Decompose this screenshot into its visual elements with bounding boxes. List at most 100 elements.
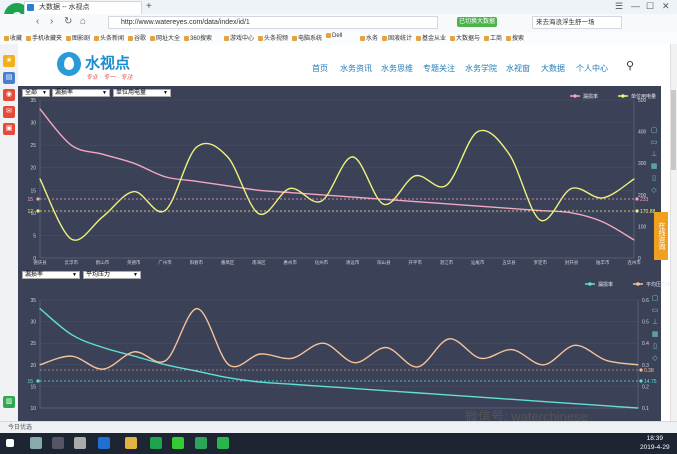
series-point <box>570 212 573 214</box>
series-point <box>39 178 41 180</box>
x-axis-label: 广州市 <box>158 259 172 266</box>
status-left-text[interactable]: 今日优选 <box>8 422 32 431</box>
series-point <box>633 178 635 180</box>
explorer-icon[interactable] <box>125 437 137 449</box>
series-point <box>133 351 136 353</box>
series-point <box>508 207 510 209</box>
x-axis-label: 化州市 <box>315 259 329 266</box>
marker-dot <box>36 197 40 201</box>
wechat-icon[interactable] <box>217 437 229 449</box>
series-point <box>259 353 261 355</box>
series-point <box>228 364 230 366</box>
series-point <box>165 359 167 362</box>
left-axis-tick: 25 <box>30 143 36 149</box>
chart-toolbox-icon: ◇ <box>651 187 657 194</box>
chart-toolbox-icon: ▭ <box>651 139 658 146</box>
left-axis-tick: 35 <box>30 98 36 104</box>
legend-dot <box>588 282 592 286</box>
x-axis-label: 罗定市 <box>533 259 547 266</box>
clock-time: 18:39 <box>646 435 663 442</box>
app-task-icon[interactable] <box>195 437 207 449</box>
left-axis-tick: 20 <box>30 166 36 172</box>
task-view-icon[interactable] <box>52 437 64 449</box>
series-point <box>102 368 104 370</box>
series-point <box>70 144 72 146</box>
series-point <box>480 396 482 398</box>
start-icon[interactable] <box>6 439 14 447</box>
scrollbar-thumb[interactable] <box>671 90 676 170</box>
series-point <box>164 176 166 178</box>
marker-dot <box>635 209 639 213</box>
edge-icon[interactable] <box>98 437 110 449</box>
series-point <box>291 383 293 385</box>
series-point <box>417 366 419 368</box>
series-point <box>414 200 416 203</box>
marker-dot <box>639 379 643 383</box>
series-point <box>417 392 419 394</box>
series-point <box>39 108 41 110</box>
series-point <box>258 189 260 191</box>
series-point <box>320 194 322 196</box>
series-point <box>133 191 135 193</box>
online-consult-tab[interactable]: 在线咨询 <box>654 212 668 260</box>
series-point <box>633 239 635 241</box>
series-point <box>637 407 639 409</box>
series-point <box>289 187 291 190</box>
legend-dot <box>636 282 640 286</box>
series-point <box>70 238 72 240</box>
x-axis-label: 番禺区 <box>221 259 235 266</box>
series-point <box>196 370 198 372</box>
chart-toolbox-icon: ▢ <box>651 127 658 134</box>
series-point <box>542 364 545 366</box>
clock[interactable]: 18:39 2019-4-29 <box>640 434 670 452</box>
series-line-2 <box>39 129 635 241</box>
marker-left-label: 12 <box>27 209 33 215</box>
series-point <box>385 346 387 349</box>
x-axis-label: 南海区 <box>252 259 266 266</box>
browser-task-icon[interactable] <box>150 437 162 449</box>
right-axis-tick: 100 <box>638 224 647 230</box>
x-axis-label: 云浮市 <box>65 259 79 266</box>
x-axis-label: 开平市 <box>408 259 422 266</box>
left-axis-tick: 15 <box>30 188 36 194</box>
series-point <box>385 390 387 392</box>
x-axis-label: 陆丰市 <box>596 259 610 266</box>
left-axis-tick: 15 <box>30 384 36 390</box>
marker-left-label: 15 <box>27 379 33 385</box>
series-point <box>352 156 354 158</box>
series-point <box>511 349 513 351</box>
series-point <box>259 381 261 383</box>
x-axis-label: 德庆县 <box>33 259 47 266</box>
series-point <box>602 221 604 223</box>
series-point <box>448 338 450 340</box>
chart-toolbox-icon: ⊥ <box>652 319 658 326</box>
series-point <box>133 162 135 164</box>
series-line-1 <box>39 308 639 409</box>
windows-icon[interactable] <box>74 437 86 449</box>
series-point <box>602 197 604 199</box>
marker-label: 0.38 <box>644 368 654 374</box>
left-axis-tick: 5 <box>33 233 36 239</box>
series-point <box>228 377 230 379</box>
series-point <box>352 196 354 198</box>
series-point <box>508 153 510 155</box>
series-point <box>574 403 576 405</box>
series-line-2 <box>39 307 639 370</box>
search-task-icon[interactable] <box>30 437 42 449</box>
legend-label: 漏损率 <box>598 281 613 288</box>
chart-toolbox-icon: ▦ <box>651 163 658 170</box>
series-point <box>70 355 73 357</box>
legend-dot <box>621 94 625 98</box>
series-point <box>39 364 41 366</box>
left-axis-tick: 25 <box>30 341 36 347</box>
x-axis-label: 英德市 <box>127 259 141 266</box>
series-point <box>70 333 73 336</box>
series-point <box>322 385 324 387</box>
media-icon[interactable] <box>172 437 184 449</box>
series-point <box>539 219 541 221</box>
x-axis-label: 汕尾市 <box>471 259 485 266</box>
series-point <box>289 191 291 194</box>
series-point <box>445 203 448 205</box>
series-point <box>605 405 608 407</box>
series-point <box>480 357 482 359</box>
